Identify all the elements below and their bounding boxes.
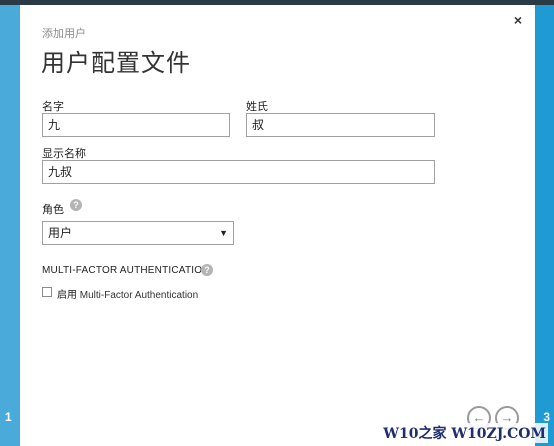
page-title: 用户配置文件 [41, 50, 191, 77]
mfa-checkbox[interactable] [42, 287, 52, 297]
role-help-icon[interactable]: ? [70, 199, 82, 211]
close-button[interactable]: × [511, 13, 525, 27]
mfa-checkbox-label-en: Multi-Factor Authentication [79, 290, 199, 301]
mfa-help-icon[interactable]: ? [201, 264, 213, 276]
step-number-right: 3 [543, 410, 550, 424]
first-name-field[interactable]: 九 [42, 113, 230, 137]
last-name-label: 姓氏 [246, 101, 268, 113]
role-select[interactable]: 用户 ▼ [42, 221, 234, 245]
right-step-bar: 3 [535, 5, 554, 446]
left-step-bar: 1 [0, 5, 20, 446]
step-number-left: 1 [5, 410, 12, 424]
last-name-field[interactable]: 叔 [246, 113, 435, 137]
watermark-logo: W10之家 W10ZJ.COM [381, 423, 548, 443]
role-label: 角色 [42, 204, 64, 216]
add-user-dialog: × 添加用户 用户配置文件 名字 九 姓氏 叔 显示名称 九叔 角色 ? 用户 … [20, 5, 535, 446]
role-selected-value: 用户 [48, 226, 73, 240]
mfa-checkbox-label-cn: 启用 [57, 290, 77, 301]
mfa-heading: MULTI-FACTOR AUTHENTICATION [42, 265, 210, 276]
dialog-subtitle: 添加用户 [42, 28, 86, 40]
first-name-label: 名字 [42, 101, 64, 113]
mfa-checkbox-label: 启用 Multi-Factor Authentication [57, 286, 198, 301]
display-name-label: 显示名称 [42, 148, 86, 160]
display-name-field[interactable]: 九叔 [42, 160, 435, 184]
chevron-down-icon: ▼ [219, 228, 228, 238]
